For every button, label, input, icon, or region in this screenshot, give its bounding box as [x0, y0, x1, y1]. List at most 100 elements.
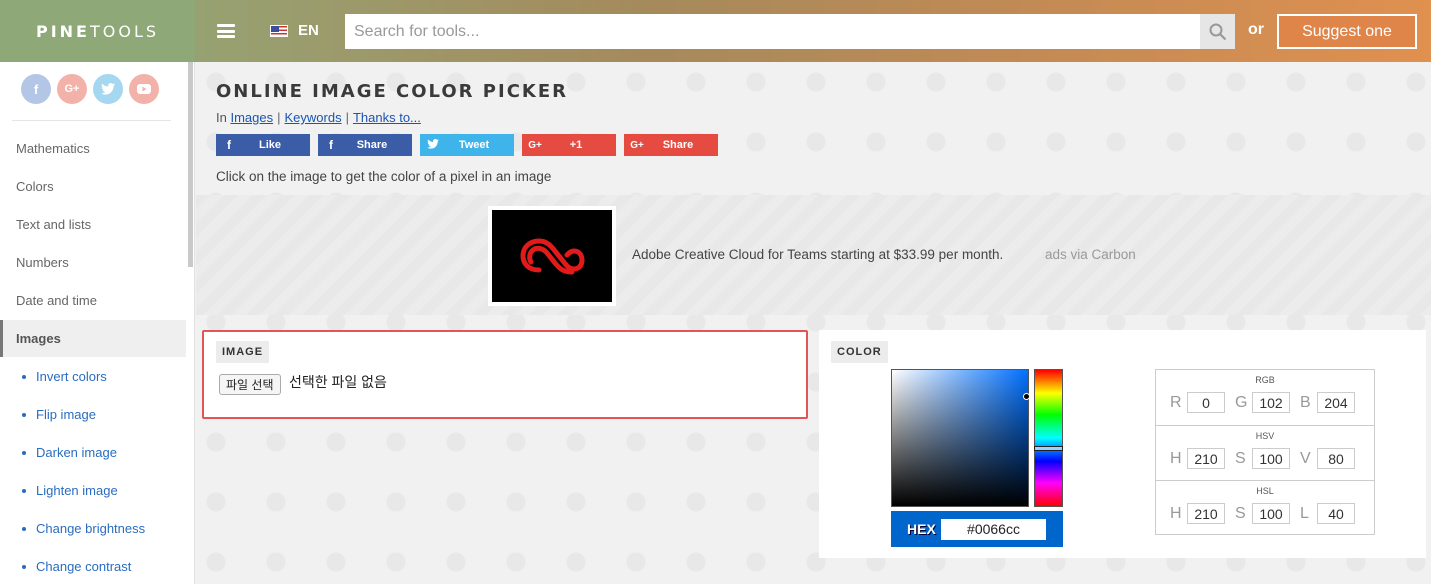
- sidebar-item-mathematics[interactable]: Mathematics: [0, 130, 186, 167]
- google-plus-icon: G+: [630, 139, 644, 151]
- breadcrumb-images-link[interactable]: Images: [230, 110, 273, 125]
- logo-bold-text: PINE: [35, 21, 90, 41]
- hsv-group: HSV H 210 S 100 V 80: [1156, 425, 1374, 480]
- tool-description: Click on the image to get the color of a…: [216, 169, 552, 184]
- sidebar-item-images[interactable]: Images: [0, 320, 186, 357]
- hamburger-menu-icon[interactable]: [217, 24, 235, 38]
- ad-via-link[interactable]: ads via Carbon: [1045, 247, 1136, 262]
- sidebar-subitem-lighten-image[interactable]: Lighten image: [0, 472, 186, 509]
- sidebar-item-colors[interactable]: Colors: [0, 168, 186, 205]
- sidebar-subitem-label: Change brightness: [36, 521, 146, 536]
- google-plus-icon: G+: [528, 139, 542, 151]
- hsl-group: HSL H 210 S 100 L 40: [1156, 480, 1374, 535]
- search-bar: [345, 14, 1235, 49]
- g-value-field[interactable]: 102: [1252, 392, 1290, 413]
- sidebar-subitem-label: Lighten image: [36, 483, 118, 498]
- choose-file-button[interactable]: 파일 선택: [219, 374, 281, 395]
- breadcrumb-keywords-link[interactable]: Keywords: [285, 110, 342, 125]
- us-flag-icon: [270, 24, 288, 37]
- share-button-label: Share: [662, 139, 694, 151]
- color-panel: COLOR HEX RGB R0 G102 B204 HSV H: [819, 330, 1426, 558]
- suggest-one-button[interactable]: Suggest one: [1277, 14, 1417, 49]
- youtube-icon[interactable]: [129, 74, 159, 104]
- search-icon: [1209, 23, 1226, 40]
- rgb-title: RGB: [1255, 375, 1275, 385]
- twitter-icon: [420, 138, 446, 152]
- hex-input[interactable]: [941, 518, 1046, 540]
- facebook-share-button[interactable]: f Share: [318, 134, 412, 156]
- h-label: H: [1170, 504, 1182, 522]
- hsl-title: HSL: [1256, 486, 1274, 496]
- g-label: G: [1235, 393, 1248, 411]
- google-plus-one-button[interactable]: G+ +1: [522, 134, 616, 156]
- logo[interactable]: PINETOOLS: [0, 0, 195, 62]
- rgb-group: RGB R0 G 102 B 204: [1156, 370, 1374, 425]
- language-code: EN: [298, 22, 319, 39]
- facebook-icon[interactable]: f: [21, 74, 51, 104]
- sidebar: f G+ Mathematics Colors Text and lists N…: [0, 62, 195, 584]
- hsv-title: HSV: [1255, 431, 1275, 441]
- s-label: S: [1235, 504, 1246, 522]
- sidebar-subitem-label: Invert colors: [36, 369, 107, 384]
- sidebar-subitem-change-brightness[interactable]: Change brightness: [0, 510, 186, 547]
- hsl-s-value-field[interactable]: 100: [1252, 503, 1290, 524]
- or-text: or: [1248, 21, 1264, 38]
- saturation-value-picker[interactable]: [891, 369, 1030, 507]
- logo-light-text: TOOLS: [89, 21, 160, 41]
- share-button-label: +1: [569, 139, 583, 151]
- google-plus-icon[interactable]: G+: [57, 74, 87, 104]
- ad-image[interactable]: [488, 206, 616, 306]
- tweet-button[interactable]: Tweet: [420, 134, 514, 156]
- r-label: R: [1170, 393, 1182, 411]
- hsl-h-value-field[interactable]: 210: [1187, 503, 1225, 524]
- hsv-v-value-field[interactable]: 80: [1317, 448, 1355, 469]
- sidebar-scrollbar[interactable]: [188, 62, 193, 267]
- hsv-s-value-field[interactable]: 100: [1252, 448, 1290, 469]
- h-label: H: [1170, 449, 1182, 467]
- breadcrumb: In Images | Keywords | Thanks to...: [216, 110, 421, 125]
- search-button[interactable]: [1200, 14, 1235, 49]
- picker-marker[interactable]: [1023, 393, 1030, 400]
- sidebar-item-date-and-time[interactable]: Date and time: [0, 282, 186, 319]
- color-values-table: RGB R0 G 102 B 204 HSV H 210 S 100 V 80 HSL H…: [1155, 369, 1375, 535]
- sidebar-subitem-invert-colors[interactable]: Invert colors: [0, 358, 186, 395]
- ad-banner: Adobe Creative Cloud for Teams starting …: [196, 195, 1431, 315]
- image-panel-label: IMAGE: [216, 341, 270, 363]
- google-plus-share-button[interactable]: G+ Share: [624, 134, 718, 156]
- sidebar-subitem-change-contrast[interactable]: Change contrast: [0, 548, 186, 584]
- sidebar-item-text-and-lists[interactable]: Text and lists: [0, 206, 186, 243]
- hue-slider[interactable]: [1034, 369, 1063, 507]
- facebook-icon: f: [329, 138, 333, 152]
- hex-field-bar: HEX: [891, 511, 1063, 547]
- v-label: V: [1300, 449, 1311, 467]
- twitter-icon[interactable]: [93, 74, 123, 104]
- ad-text[interactable]: Adobe Creative Cloud for Teams starting …: [632, 247, 1003, 262]
- search-input[interactable]: [345, 14, 1200, 49]
- sidebar-subitem-flip-image[interactable]: Flip image: [0, 396, 186, 433]
- breadcrumb-thanks-link[interactable]: Thanks to...: [353, 110, 421, 125]
- b-label: B: [1300, 393, 1311, 411]
- hsv-h-value-field[interactable]: 210: [1187, 448, 1225, 469]
- top-header: PINETOOLS EN or Suggest one: [0, 0, 1431, 62]
- share-button-label: Like: [258, 139, 281, 151]
- hue-slider-handle[interactable]: [1034, 446, 1063, 451]
- language-selector[interactable]: EN: [270, 22, 319, 39]
- sidebar-subitem-darken-image[interactable]: Darken image: [0, 434, 186, 471]
- image-panel: IMAGE 파일 선택 선택한 파일 없음: [202, 330, 808, 419]
- s-label: S: [1235, 449, 1246, 467]
- b-value-field[interactable]: 204: [1317, 392, 1355, 413]
- hsl-l-value-field[interactable]: 40: [1317, 503, 1355, 524]
- l-label: L: [1300, 504, 1309, 522]
- facebook-like-button[interactable]: f Like: [216, 134, 310, 156]
- facebook-icon: f: [227, 138, 231, 152]
- page-title: ONLINE IMAGE COLOR PICKER: [216, 81, 569, 102]
- share-button-label: Tweet: [458, 139, 490, 151]
- sidebar-subitem-label: Darken image: [36, 445, 117, 460]
- share-button-label: Share: [356, 139, 388, 151]
- main-content: ONLINE IMAGE COLOR PICKER In Images | Keyw…: [196, 62, 1431, 584]
- color-panel-label: COLOR: [831, 341, 888, 363]
- breadcrumb-prefix: In: [216, 110, 227, 125]
- sidebar-subitem-label: Flip image: [36, 407, 96, 422]
- r-value-field[interactable]: 0: [1187, 392, 1225, 413]
- sidebar-item-numbers[interactable]: Numbers: [0, 244, 186, 281]
